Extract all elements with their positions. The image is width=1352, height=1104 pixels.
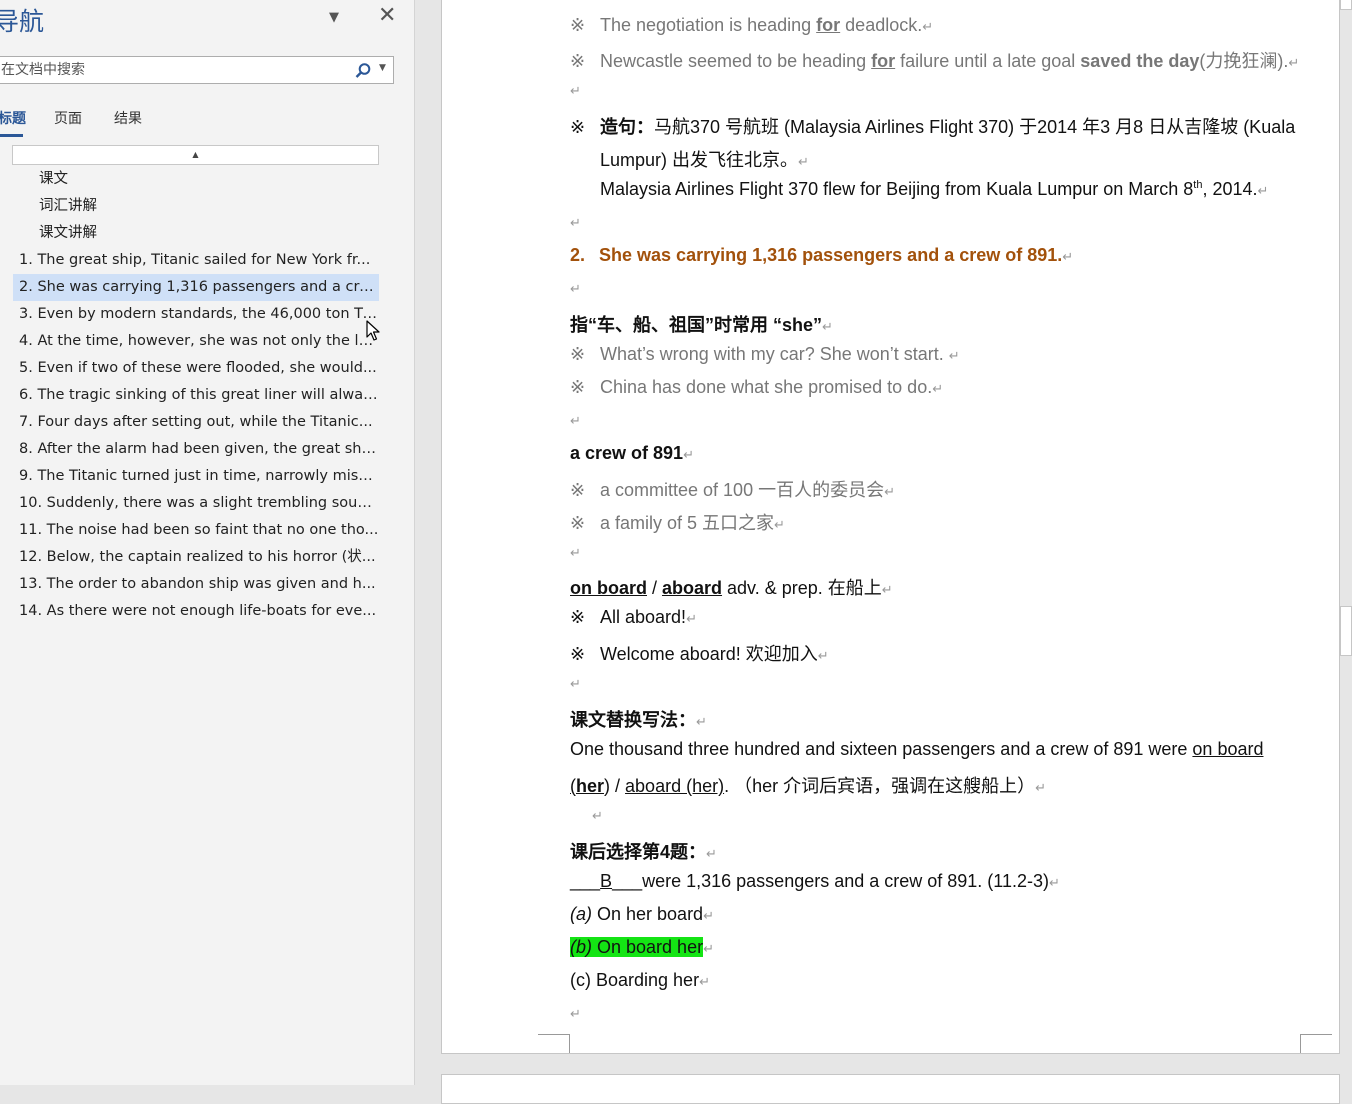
tab-headings[interactable]: 标题 — [0, 108, 26, 128]
tab-underline — [0, 134, 23, 137]
tab-results[interactable]: 结果 — [114, 108, 142, 128]
example-line: ※ Welcome aboard! 欢迎加入↵ — [570, 644, 829, 664]
sentence-making-line: Lumpur) 出发飞往北京。↵ — [600, 150, 809, 170]
paragraph-mark: ↵ — [570, 413, 581, 428]
tab-pages[interactable]: 页面 — [54, 108, 82, 128]
example-line: ※ What’s wrong with my car? She won’t sta… — [570, 344, 960, 364]
document-page[interactable]: ※ The negotiation is heading for deadlock… — [441, 0, 1340, 1054]
example-line: ※ a committee of 100 一百人的委员会↵ — [570, 480, 895, 500]
close-icon[interactable]: ✕ — [378, 3, 396, 29]
option-a: (a) On her board↵ — [570, 904, 714, 924]
option-b-correct: (b) On board her↵ — [570, 937, 714, 957]
vocab-onboard: on board / aboard adv. & prep. 在船上↵ — [570, 578, 893, 598]
heading-item[interactable]: 3. Even by modern standards, the 46,000 … — [13, 301, 379, 328]
navigation-pane: 导航 ▼ ✕ ▼ 标题 页面 结果 ▲ 课文 词汇讲解 课文讲解 1. The … — [0, 0, 415, 1085]
heading-item[interactable]: 14. As there were not enough life-boats … — [13, 598, 379, 625]
paragraph-mark: ↵ — [570, 281, 581, 296]
heading-item-selected[interactable]: 2. She was carrying 1,316 passengers and… — [13, 274, 379, 301]
search-options-icon[interactable]: ▼ — [379, 63, 386, 73]
example-line: ※ Newcastle seemed to be heading for fail… — [570, 51, 1300, 71]
heading-item[interactable]: 课文 — [39, 166, 369, 193]
she-title: 指“车、船、祖国”时常用 “she”↵ — [570, 315, 833, 335]
example-line: ※ a family of 5 五口之家↵ — [570, 513, 785, 533]
heading-2: 2. She was carrying 1,316 passengers and … — [570, 245, 1074, 265]
example-line: ※ All aboard!↵ — [570, 607, 697, 627]
collapse-headings-button[interactable]: ▲ — [12, 145, 379, 165]
rewrite-line: One thousand three hundred and sixteen p… — [570, 739, 1264, 759]
heading-item[interactable]: 10. Suddenly, there was a slight trembli… — [13, 490, 379, 517]
search-icon[interactable] — [354, 62, 372, 80]
paragraph-mark: ↵ — [592, 808, 603, 823]
example-line: ※ China has done what she promised to do.… — [570, 377, 944, 397]
sentence-making-english: Malaysia Airlines Flight 370 flew for Be… — [600, 179, 1269, 199]
mouse-pointer-icon — [366, 320, 380, 341]
heading-item[interactable]: 1. The great ship, Titanic sailed for Ne… — [13, 247, 379, 274]
heading-item[interactable]: 12. Below, the captain realized to his h… — [13, 544, 379, 571]
example-line: ※ The negotiation is heading for deadlock… — [570, 15, 934, 35]
crop-mark — [538, 1034, 570, 1053]
scrollbar-top[interactable] — [1340, 0, 1352, 10]
scrollbar-thumb[interactable] — [1340, 606, 1352, 656]
heading-item[interactable]: 词汇讲解 — [39, 193, 369, 220]
search-input[interactable] — [0, 57, 341, 83]
paragraph-mark: ↵ — [570, 1006, 581, 1021]
heading-item[interactable]: 4. At the time, however, she was not onl… — [13, 328, 379, 355]
exercise-title: 课后选择第4题：↵ — [570, 842, 717, 862]
crop-mark — [1300, 1034, 1332, 1053]
chevron-down-icon[interactable]: ▼ — [329, 10, 339, 25]
heading-item[interactable]: 9. The Titanic turned just in time, narr… — [13, 463, 379, 490]
rewrite-title: 课文替换写法：↵ — [570, 710, 707, 730]
paragraph-mark: ↵ — [570, 676, 581, 691]
paragraph-mark: ↵ — [570, 215, 581, 230]
heading-item[interactable]: 13. The order to abandon ship was given … — [13, 571, 379, 598]
option-c: (c) Boarding her↵ — [570, 970, 710, 990]
exercise-question: ___B___were 1,316 passengers and a crew … — [570, 871, 1060, 891]
heading-item[interactable]: 5. Even if two of these were flooded, sh… — [13, 355, 379, 382]
search-box: ▼ — [0, 56, 394, 84]
paragraph-mark: ↵ — [570, 83, 581, 98]
heading-item[interactable]: 课文讲解 — [39, 220, 369, 247]
crew-title: a crew of 891↵ — [570, 443, 694, 463]
heading-item[interactable]: 8. After the alarm had been given, the g… — [13, 436, 379, 463]
document-area[interactable]: ※ The negotiation is heading for deadlock… — [415, 0, 1352, 1104]
paragraph-mark: ↵ — [570, 545, 581, 560]
rewrite-line: (her) / aboard (her). （her 介词后宾语，强调在这艘船上… — [570, 776, 1047, 796]
sentence-making-line: ※ 造句：马航370 号航班 (Malaysia Airlines Flight … — [570, 117, 1296, 137]
heading-item[interactable]: 11. The noise had been so faint that no … — [13, 517, 379, 544]
heading-item[interactable]: 7. Four days after setting out, while th… — [13, 409, 379, 436]
heading-item[interactable]: 6. The tragic sinking of this great line… — [13, 382, 379, 409]
nav-title: 导航 — [0, 7, 45, 36]
next-page[interactable] — [441, 1074, 1340, 1104]
